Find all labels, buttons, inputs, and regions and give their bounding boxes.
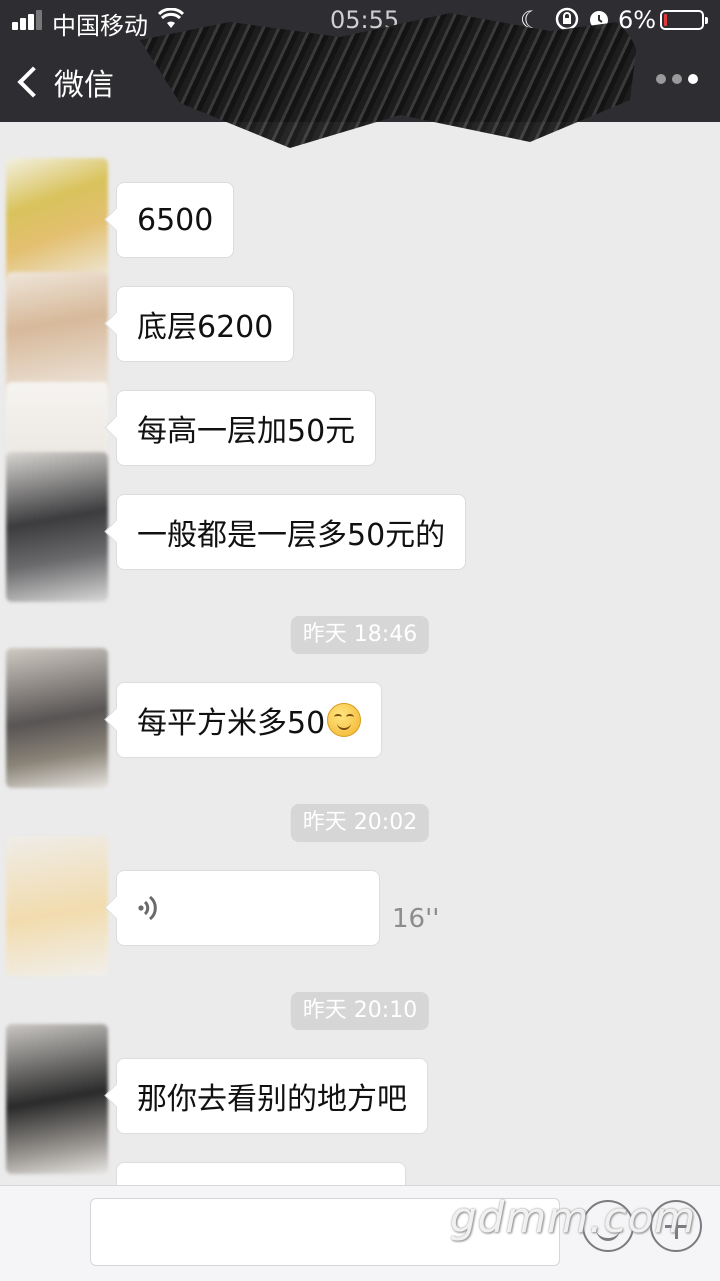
voice-wave-icon [137,893,163,923]
avatar[interactable] [6,648,108,788]
carrier-name: 中国移动 [52,12,148,40]
message-bubble[interactable]: 每高一层加50元 [116,390,377,466]
message-text: 6500 [137,202,214,238]
message-timestamp: 昨天 20:02 [290,804,430,842]
message-bubble[interactable]: 6500 [116,182,235,258]
battery-icon [660,10,708,30]
message-bubble[interactable]: 一般都是一层多50元的 [116,494,467,570]
avatar[interactable] [6,836,108,976]
more-options-button[interactable] [656,74,698,84]
message-bubble[interactable]: 底层6200 [116,286,295,362]
voice-message-bubble[interactable] [116,870,380,946]
voice-duration: 16'' [392,904,440,934]
chat-area[interactable]: 6500 底层6200 每高一层加50元 一般都是一层多50元的 昨天 18:4… [0,122,720,1185]
message-bubble[interactable]: 每平方米多50 [116,682,383,758]
watermark: gdmm.com [450,1193,697,1242]
message-timestamp: 昨天 20:10 [290,992,430,1030]
dot-icon [688,74,698,84]
smiling-face-icon [327,703,362,737]
avatar[interactable] [6,1024,108,1174]
message-text: 底层6200 [137,310,274,345]
dot-icon [672,74,682,84]
wifi-icon [157,7,185,36]
avatar[interactable] [6,452,108,602]
back-label: 微信 [54,68,114,103]
avatar[interactable] [6,158,108,282]
message-bubble-partial[interactable] [116,1162,406,1185]
message-text: 每平方米多50 [137,706,326,741]
message-bubble[interactable]: 那你去看别的地方吧 [116,1058,428,1134]
message-text: 每高一层加50元 [137,414,356,449]
back-button[interactable]: 微信 [14,58,114,106]
top-bar: 中国移动 05:55 ☾ 6% 微信 [0,0,720,148]
message-text: 那你去看别的地方吧 [137,1082,407,1117]
battery-fill [664,14,667,26]
message-timestamp: 昨天 18:46 [290,616,430,654]
signal-icon [12,10,46,30]
chevron-left-icon [17,66,49,98]
dot-icon [656,74,666,84]
message-text: 一般都是一层多50元的 [137,518,446,553]
